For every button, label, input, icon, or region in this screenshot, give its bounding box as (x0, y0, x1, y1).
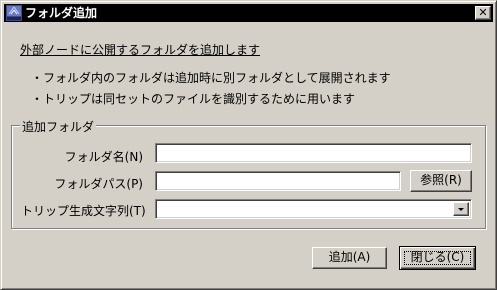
folder-path-input[interactable] (155, 171, 401, 191)
description-heading: 外部ノードに公開するフォルダを追加します (20, 43, 261, 57)
folder-name-label: フォルダ名(N) (64, 150, 143, 164)
trip-string-combobox[interactable] (155, 199, 472, 219)
bullet-text: ・フォルダ内のフォルダは追加時に別フォルダとして展開されます (31, 71, 391, 85)
close-button[interactable]: 閉じる(C) (399, 246, 476, 270)
add-button[interactable]: 追加(A) (312, 247, 387, 269)
close-button-label: 閉じる(C) (410, 250, 465, 264)
title-bar[interactable]: フォルダ追加 ✕ (4, 4, 493, 22)
chevron-down-icon[interactable] (453, 202, 469, 216)
folder-path-label: フォルダパス(P) (54, 177, 143, 191)
browse-button[interactable]: 参照(R) (410, 170, 472, 192)
app-icon (6, 5, 22, 21)
window-title: フォルダ追加 (25, 6, 98, 20)
bullet-text: ・トリップは同セットのファイルを識別するために用います (31, 92, 356, 106)
close-icon[interactable]: ✕ (475, 6, 491, 20)
dialog-window: フォルダ追加 ✕ 外部ノードに公開するフォルダを追加します ・フォルダ内のフォル… (0, 0, 497, 290)
groupbox-legend: 追加フォルダ (20, 118, 97, 135)
trip-string-label: トリップ生成文字列(T) (21, 204, 146, 218)
folder-name-input[interactable] (155, 143, 472, 163)
